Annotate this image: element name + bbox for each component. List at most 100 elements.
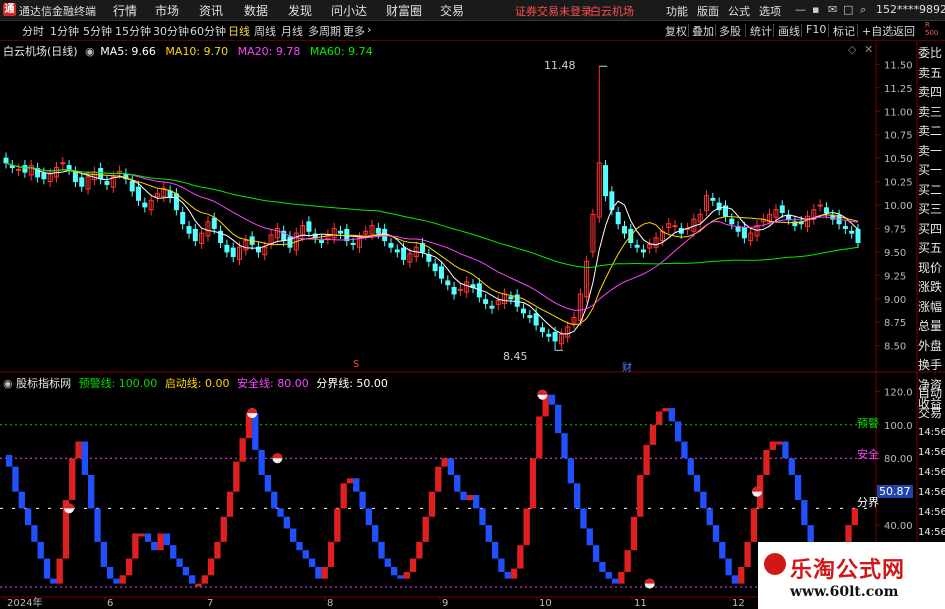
indicator-step bbox=[460, 491, 467, 501]
indicator-step bbox=[50, 578, 57, 584]
indicator-step bbox=[637, 474, 644, 517]
candle-body bbox=[230, 247, 236, 258]
trade-field-label: 14:56 bbox=[918, 427, 945, 438]
close-icon[interactable]: ✕ bbox=[864, 43, 873, 56]
indicator-step bbox=[630, 516, 638, 551]
candle-body bbox=[552, 332, 558, 342]
pin-icon[interactable]: ◇ bbox=[848, 43, 856, 56]
ma10-label: MA10: 9.70 bbox=[165, 45, 229, 58]
indicator-step bbox=[81, 441, 89, 475]
indicator-name[interactable]: 股标指标网 bbox=[16, 377, 71, 390]
indicator-step bbox=[454, 474, 461, 492]
candle-body bbox=[192, 228, 198, 242]
candle-body bbox=[3, 157, 9, 164]
candle-body bbox=[615, 212, 621, 225]
indicator-step bbox=[359, 491, 366, 509]
indicator-step bbox=[12, 466, 19, 492]
indicator-step bbox=[592, 545, 600, 562]
candle-body bbox=[136, 186, 142, 201]
candle-body bbox=[539, 327, 545, 333]
quote-field-label: 涨幅 bbox=[918, 299, 943, 314]
indicator-step bbox=[731, 575, 739, 584]
candle-body bbox=[849, 230, 855, 234]
indicator-tick-label: 40.00 bbox=[884, 521, 913, 532]
trade-field-label: 14:56 bbox=[918, 507, 945, 518]
signal-marker: S bbox=[353, 359, 360, 370]
indicator-step bbox=[106, 566, 114, 579]
price-tick-label: 10.75 bbox=[884, 131, 913, 142]
candle-body bbox=[79, 177, 85, 187]
indicator-step bbox=[258, 449, 265, 475]
indicator-step bbox=[605, 571, 612, 579]
ma60-label: MA60: 9.74 bbox=[309, 45, 373, 58]
candle-body bbox=[710, 197, 716, 201]
candle-body bbox=[72, 171, 78, 183]
candle-body bbox=[451, 287, 457, 295]
kline-chart[interactable]: 11.50 11.25 11.00 10.75 10.50 10.25 10.00 9.75 9… bbox=[0, 0, 945, 609]
candle-body bbox=[603, 165, 609, 197]
indicator-step bbox=[277, 508, 284, 517]
indicator-step bbox=[845, 525, 852, 542]
x-axis-label: 12 bbox=[732, 598, 745, 609]
candle-body bbox=[186, 226, 192, 234]
candle-body bbox=[375, 227, 381, 234]
candle-body bbox=[142, 202, 148, 208]
indicator-step bbox=[668, 408, 675, 422]
indicator-step bbox=[327, 541, 335, 567]
indicator-step bbox=[428, 491, 436, 517]
indicator-step bbox=[775, 441, 783, 445]
candle-body bbox=[180, 212, 186, 225]
candle-body bbox=[483, 299, 489, 304]
indicator-step bbox=[125, 558, 133, 576]
candle-body bbox=[306, 221, 312, 232]
indicator-step bbox=[18, 491, 25, 509]
quote-field-label: 委比 bbox=[918, 46, 943, 60]
candle-body bbox=[741, 227, 747, 239]
candle-body bbox=[60, 162, 66, 165]
indicator-step bbox=[473, 495, 480, 509]
indicator-step bbox=[769, 441, 776, 450]
ma5-label: MA5: 9.66 bbox=[100, 45, 156, 58]
candle-body bbox=[508, 296, 514, 300]
candle-body bbox=[173, 193, 179, 211]
candle-body bbox=[817, 204, 823, 207]
indicator-step bbox=[334, 508, 341, 542]
candle-body bbox=[621, 226, 627, 234]
candle-body bbox=[842, 226, 848, 229]
indicator-step bbox=[100, 541, 107, 567]
x-axis-label: 8 bbox=[327, 598, 333, 609]
candle-body bbox=[634, 244, 640, 248]
candle-body bbox=[527, 315, 533, 318]
indicator-step bbox=[567, 458, 574, 484]
indicator-tick-label: 100.0 bbox=[884, 421, 913, 432]
candle-body bbox=[640, 249, 646, 253]
indicator-step bbox=[201, 575, 208, 584]
finance-marker: 财 bbox=[622, 363, 632, 374]
stock-title: 白云机场(日线) bbox=[3, 45, 78, 58]
price-tick-label: 9.25 bbox=[884, 271, 906, 282]
candle-body bbox=[786, 214, 792, 220]
indicator-step bbox=[738, 566, 745, 584]
candle-body bbox=[779, 205, 785, 213]
indicator-step bbox=[517, 545, 524, 569]
indicator-step bbox=[24, 508, 32, 526]
safe-line-tag: 安全 bbox=[857, 448, 879, 461]
indicator-step bbox=[207, 558, 215, 576]
indicator-step bbox=[529, 458, 537, 509]
x-axis-label: 10 bbox=[539, 598, 552, 609]
quote-side-panel: 委比 卖五 卖四 卖三 卖二 卖一 买一 买二 买三 买四 买五 现价 涨跌 涨幅 总量 外盘 换手 净资 收益 bbox=[918, 44, 945, 415]
trade-field-label: 14:56 bbox=[918, 487, 945, 498]
indicator-step bbox=[170, 545, 177, 559]
indicator-step bbox=[750, 508, 758, 542]
indicator-step bbox=[491, 541, 499, 559]
x-axis-label: 2024年 bbox=[7, 596, 42, 609]
indicator-step bbox=[315, 566, 322, 579]
candle-body bbox=[823, 207, 829, 213]
watermark-logo-icon bbox=[764, 553, 786, 575]
indicator-step bbox=[611, 578, 619, 584]
indicator-step bbox=[321, 566, 328, 579]
x-axis-label: 11 bbox=[634, 598, 647, 609]
candle-body bbox=[104, 181, 110, 185]
settings-gear-icon[interactable]: ◉ bbox=[85, 45, 95, 58]
settings-gear-icon[interactable]: ◉ bbox=[3, 377, 13, 390]
